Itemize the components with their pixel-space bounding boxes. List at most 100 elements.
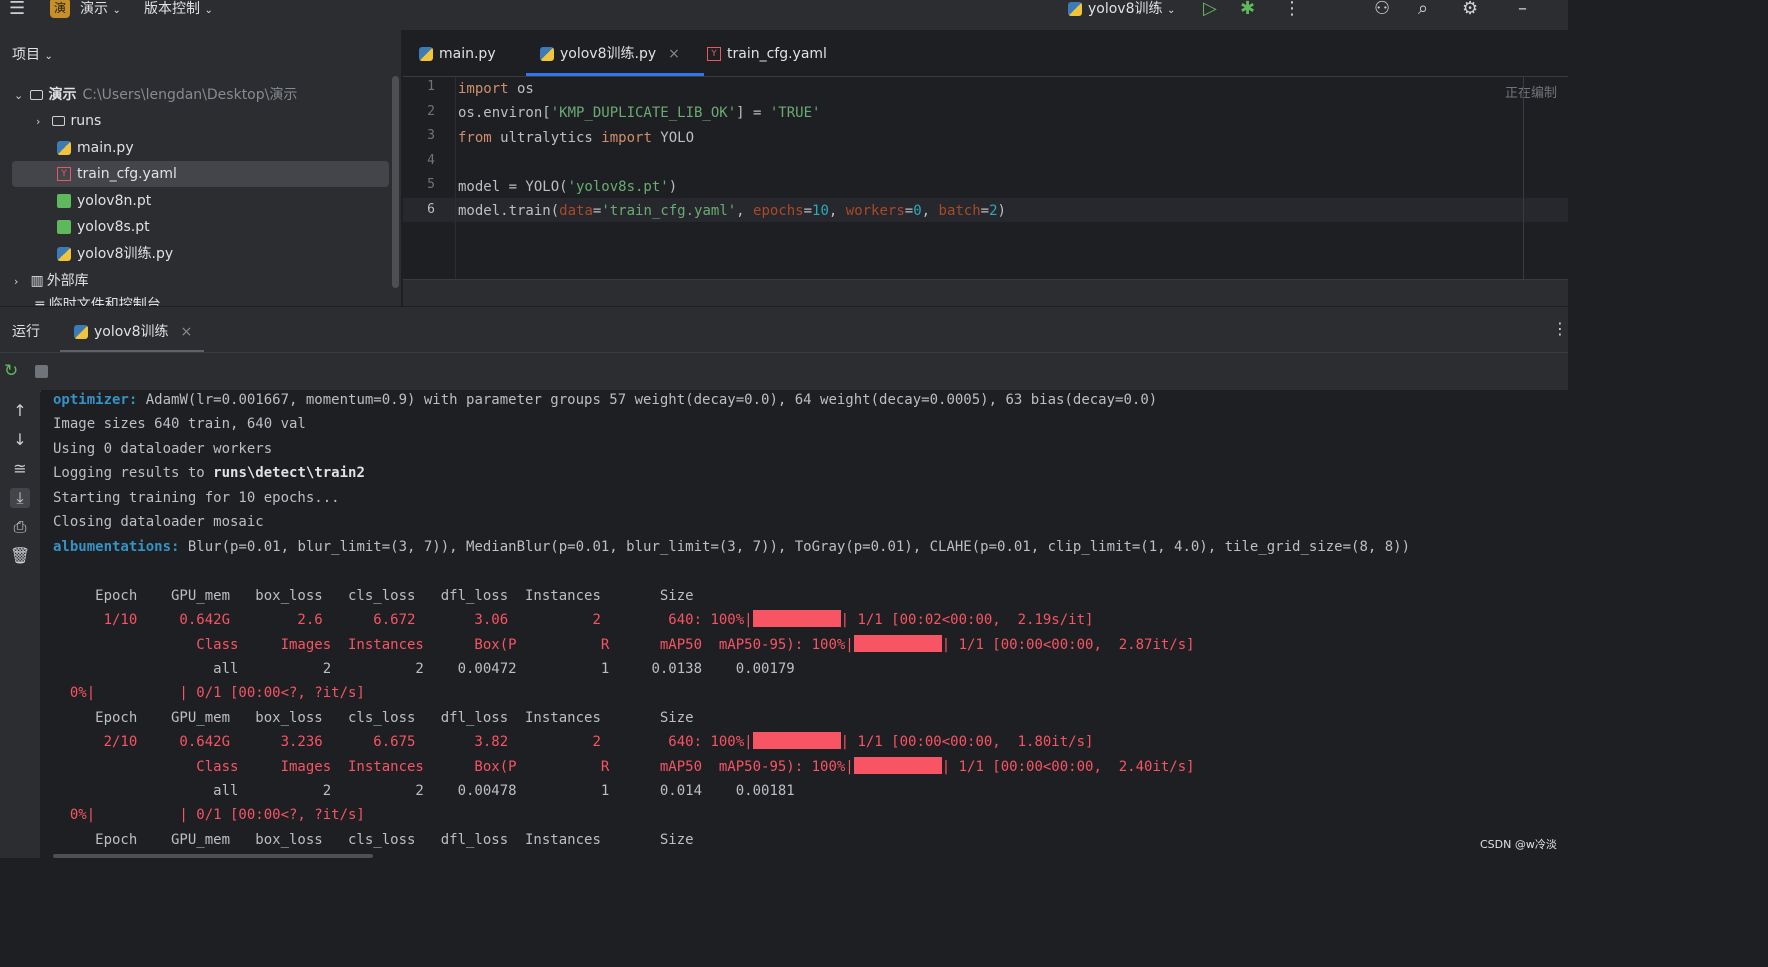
print-icon[interactable]: ⎙ [10,517,30,537]
right-margin-guide [1523,77,1524,280]
chevron-down-icon: ⌄ [1166,5,1176,16]
minimize-icon[interactable]: – [1518,0,1527,20]
settings-gear-icon[interactable]: ⚙ [1462,0,1478,20]
close-icon[interactable]: × [181,324,193,340]
python-file-icon [57,141,71,155]
line-number: 3 [427,128,435,143]
chevron-down-icon: ⌄ [204,5,213,16]
console-line: optimizer: AdamW(lr=0.001667, momentum=0… [53,392,1158,408]
scroll-up-icon[interactable]: ↑ [10,401,30,421]
code-line: import os [458,81,534,97]
tree-item-label: 临时文件和控制台 [48,297,161,306]
run-config-selector[interactable]: yolov8训练 ⌄ [1068,0,1175,22]
validation-result-line: all 2 2 0.00478 1 0.014 0.00181 [53,783,795,799]
editor-area: main.py yolov8训练.py × Ytrain_cfg.yaml 1 2… [403,30,1568,306]
validation-result-line: all 2 2 0.00472 1 0.0138 0.00179 [53,661,795,677]
project-scrollbar[interactable] [392,76,399,288]
tab-label: yolov8训练.py [560,46,657,62]
more-vertical-icon[interactable]: ⋮ [1552,319,1568,338]
epoch-header: Epoch GPU_mem box_loss cls_loss dfl_loss… [53,710,694,726]
project-panel: 项目 ⌄ ⌄ 演示 C:\Users\lengdan\Desktop\演示 › r… [0,30,401,306]
project-switcher[interactable]: 演示 ⌄ [80,0,121,22]
hamburger-menu-icon[interactable]: ☰ [9,0,25,20]
python-file-icon [419,47,433,61]
epoch-header: Epoch GPU_mem box_loss cls_loss dfl_loss… [53,832,694,848]
console-line: Using 0 dataloader workers [53,441,273,457]
tree-item-external-libs[interactable]: › ▥ 外部库 [14,268,401,294]
tree-item-label: yolov8训练.py [77,246,174,262]
tree-item-train-cfg-yaml[interactable]: Ytrain_cfg.yaml [12,161,389,187]
tree-item-label: main.py [77,140,134,156]
validation-progress-line: Class Images Instances Box(P R mAP50 mAP… [53,757,1195,775]
vcs-menu[interactable]: 版本控制 ⌄ [144,0,213,22]
epoch-progress-line: 1/10 0.642G 2.6 6.672 3.06 2 640: 100%| |… [53,610,1094,628]
run-icon[interactable]: ▷ [1203,0,1217,20]
search-icon[interactable]: ⌕ [1418,0,1428,20]
tab-train-cfg-yaml[interactable]: Ytrain_cfg.yaml [707,30,827,76]
debug-icon[interactable]: ✱ [1240,0,1255,20]
editor-tabs: main.py yolov8训练.py × Ytrain_cfg.yaml [403,30,1568,77]
progress-bar [853,635,942,652]
code-line: model.train(data='train_cfg.yaml', epoch… [458,203,1006,219]
scratches-icon: ≡ [34,297,46,306]
tab-label: main.py [439,46,496,62]
stop-icon[interactable] [35,365,48,378]
line-number: 5 [427,177,435,192]
validation-progress-line: Class Images Instances Box(P R mAP50 mAP… [53,635,1195,653]
chevron-right-icon: › [14,275,19,288]
python-icon [74,325,88,339]
add-user-icon[interactable]: ⚇ [1374,0,1390,20]
tree-item-yolov8-train-py[interactable]: yolov8训练.py [57,241,401,267]
run-title: 运行 [12,324,40,340]
yaml-file-icon: Y [707,47,721,61]
tree-item-label: runs [70,113,102,129]
more-vertical-icon[interactable]: ⋮ [1283,0,1301,20]
chevron-down-icon: ⌄ [112,5,121,16]
library-icon: ▥ [30,273,44,289]
console-line: Starting training for 10 epochs... [53,490,340,506]
chevron-down-icon: ⌄ [14,89,24,102]
clear-all-trash-icon[interactable]: 🗑 [10,546,30,566]
tree-item-label: 外部库 [46,273,89,289]
soft-wrap-icon[interactable]: ≅ [10,459,30,479]
tree-item-label: yolov8n.pt [77,193,152,209]
folder-icon [52,116,66,126]
close-icon[interactable]: × [668,46,680,62]
run-tab-label: yolov8训练 [94,324,169,340]
code-line: os.environ['KMP_DUPLICATE_LIB_OK'] = 'TR… [458,105,821,121]
tree-item-runs[interactable]: › runs [36,108,401,134]
reader-mode-label[interactable]: 正在编制 [1505,82,1557,101]
empty-progress-line: 0%| | 0/1 [00:00<?, ?it/s] [53,807,365,823]
tree-item-yolov8n-pt[interactable]: yolov8n.pt [57,188,401,214]
rerun-icon[interactable]: ↻ [4,361,18,381]
watermark: CSDN @w冷淡 [1480,838,1557,851]
run-toolbar: ↻ [0,352,1568,392]
progress-bar [752,732,841,749]
code-view[interactable]: import os os.environ['KMP_DUPLICATE_LIB_… [458,77,1528,219]
folder-icon [30,90,44,100]
tree-root[interactable]: ⌄ 演示 C:\Users\lengdan\Desktop\演示 [14,82,401,108]
epoch-header: Epoch GPU_mem box_loss cls_loss dfl_loss… [53,588,694,604]
run-tool-window-header: 运行 yolov8训练 × ⋮ [0,306,1568,353]
binary-file-icon [57,194,71,208]
run-side-toolbar: ↑ ↓ ≅ ⤓ ⎙ 🗑 [0,390,40,858]
tree-item-scratches[interactable]: ≡ 临时文件和控制台 [34,292,401,306]
scroll-to-end-icon[interactable]: ⤓ [10,488,30,508]
line-number: 6 [427,202,435,217]
console-line: Logging results to runs\detect\train2 [53,465,365,481]
tree-item-main-py[interactable]: main.py [57,135,401,161]
tree-item-yolov8s-pt[interactable]: yolov8s.pt [57,214,401,240]
yaml-file-icon: Y [57,167,71,181]
tab-yolov8-train-py[interactable]: yolov8训练.py × [526,30,704,76]
console-horizontal-scrollbar[interactable] [53,854,373,858]
console-output[interactable]: optimizer: AdamW(lr=0.001667, momentum=0… [41,390,1568,858]
python-file-icon [540,47,554,61]
project-badge: 演 [50,0,70,18]
tab-main-py[interactable]: main.py [419,30,496,76]
python-icon [1068,2,1082,16]
editor-empty-area [403,280,1568,306]
project-panel-header[interactable]: 项目 ⌄ [12,44,53,64]
run-tab-yolov8-train[interactable]: yolov8训练 × [74,321,192,341]
scroll-down-icon[interactable]: ↓ [10,430,30,450]
root-path: C:\Users\lengdan\Desktop\演示 [82,87,298,103]
